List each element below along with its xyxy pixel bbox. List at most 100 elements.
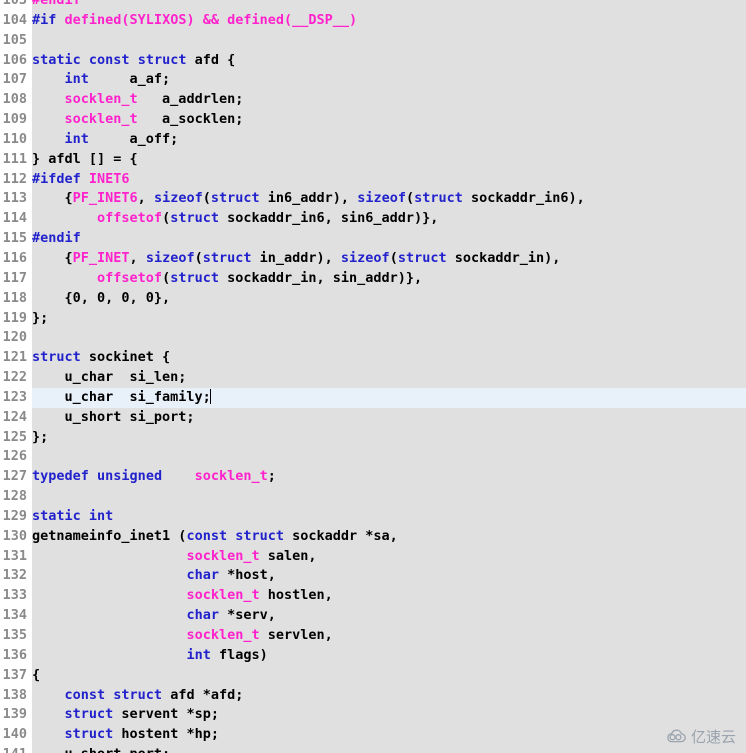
code-line[interactable]: 137 { (0, 665, 746, 686)
code-token: PF_INET6 (72, 190, 138, 207)
code-line[interactable]: 106 static const struct afd { (0, 50, 746, 71)
code-line[interactable]: 136 int flags) (0, 645, 746, 666)
code-text[interactable]: u_char si_len; (32, 368, 187, 388)
code-line[interactable]: 129 static int (0, 506, 746, 527)
code-text[interactable]: #endif (32, 0, 81, 11)
line-number: 126 (0, 447, 27, 468)
code-text[interactable]: static int (32, 507, 113, 527)
code-line[interactable]: 122 u_char si_len; (0, 368, 746, 388)
line-number: 129 (0, 506, 27, 527)
code-text[interactable]: #if defined(SYLIXOS) && defined(__DSP__) (32, 11, 357, 31)
text-cursor (209, 388, 211, 404)
code-text[interactable]: socklen_t a_socklen; (32, 110, 244, 130)
code-token: sizeof (340, 249, 390, 266)
code-line[interactable]: 120 (0, 328, 746, 349)
gutter-padding (27, 169, 32, 190)
code-text[interactable]: struct servent *sp; (32, 705, 219, 725)
code-line[interactable]: 104 #if defined(SYLIXOS) && defined(__DSP… (0, 10, 746, 31)
code-line[interactable]: 125}; (0, 427, 746, 448)
code-text[interactable]: socklen_t a_addrlen; (32, 90, 244, 110)
code-line[interactable]: 140 struct hostent *hp; (0, 725, 746, 746)
code-text[interactable]: int a_off; (32, 130, 179, 150)
code-text[interactable]: char *serv, (32, 606, 275, 626)
code-lines-container[interactable]: 103 #endif 104 #if defined(SYLIXOS) && defi… (0, 0, 746, 753)
code-line[interactable]: 123 u_char si_family; (0, 387, 746, 408)
code-token: { (32, 190, 73, 207)
code-line[interactable]: 107 int a_af; (0, 70, 746, 91)
code-line[interactable]: 138 const struct afd *afd; (0, 685, 746, 706)
code-token: struct (64, 726, 114, 743)
code-token: static (32, 507, 81, 524)
code-text[interactable]: } afdl [] = { (32, 150, 138, 170)
code-token: flags) (210, 646, 268, 663)
code-text[interactable]: }; (32, 309, 48, 329)
code-line[interactable]: 110 int a_off; (0, 129, 746, 150)
code-line[interactable]: 116 {PF_INET, sizeof(struct in_addr), si… (0, 248, 746, 269)
code-line[interactable]: 127 typedef unsigned socklen_t; (0, 467, 746, 488)
code-text[interactable]: int a_af; (32, 70, 171, 90)
code-line[interactable]: 114 offsetof(struct sockaddr_in6, sin6_a… (0, 209, 746, 230)
code-token: #if (32, 11, 57, 28)
code-line[interactable]: 118 {0, 0, 0, 0}, (0, 288, 746, 309)
code-text[interactable]: int flags) (32, 646, 268, 666)
code-token: salen, (259, 547, 317, 564)
code-token: *host, (218, 567, 276, 584)
code-text[interactable]: }; (32, 428, 48, 448)
code-text[interactable]: #ifdef INET6 (32, 170, 130, 190)
code-line[interactable]: 132 char *host, (0, 566, 746, 587)
code-text[interactable]: u_char si_family; (32, 387, 746, 408)
code-line[interactable]: 111} afdl [] = { (0, 149, 746, 170)
code-line[interactable]: 109 socklen_t a_socklen; (0, 110, 746, 130)
code-text[interactable]: struct sockinet { (32, 348, 170, 368)
code-editor[interactable]: 103 #endif 104 #if defined(SYLIXOS) && defi… (0, 0, 746, 753)
code-line[interactable]: 119}; (0, 308, 746, 329)
code-text[interactable]: #endif (32, 229, 81, 249)
code-token: offsetof (97, 269, 163, 286)
code-line[interactable]: 103 #endif (0, 0, 746, 11)
code-text[interactable]: typedef unsigned socklen_t; (32, 467, 276, 487)
code-line[interactable]: 133 socklen_t hostlen, (0, 586, 746, 607)
code-token: { (32, 249, 73, 266)
code-line[interactable]: 128 (0, 487, 746, 507)
code-line[interactable]: 121 struct sockinet { (0, 348, 746, 369)
code-text[interactable]: u_short port; (32, 745, 171, 753)
code-line[interactable]: 141 u_short port; (0, 745, 746, 753)
code-text[interactable]: getnameinfo_inet1 (const struct sockaddr… (32, 527, 398, 547)
code-text[interactable]: {PF_INET, sizeof(struct in_addr), sizeof… (32, 249, 561, 269)
code-line[interactable]: 105 (0, 30, 746, 51)
code-text[interactable]: u_short si_port; (32, 408, 195, 428)
code-token: int (64, 71, 89, 88)
code-text[interactable]: {0, 0, 0, 0}, (32, 289, 171, 309)
code-line[interactable]: 126 (0, 447, 746, 468)
code-line[interactable]: 112 #ifdef INET6 (0, 169, 746, 190)
code-text[interactable]: struct hostent *hp; (32, 725, 219, 745)
code-line[interactable]: 134 char *serv, (0, 606, 746, 626)
code-text[interactable]: char *host, (32, 566, 276, 586)
code-text[interactable]: offsetof(struct sockaddr_in6, sin6_addr)… (32, 209, 438, 229)
code-text[interactable]: socklen_t hostlen, (32, 586, 332, 606)
code-line[interactable]: 135 socklen_t servlen, (0, 626, 746, 646)
code-line[interactable]: 115 #endif (0, 229, 746, 249)
gutter-padding (27, 725, 32, 746)
code-line[interactable]: 113 {PF_INET6, sizeof(struct in6_addr), … (0, 189, 746, 210)
line-number: 114 (0, 209, 27, 230)
gutter-padding (27, 348, 32, 369)
code-line[interactable]: 124 u_short si_port; (0, 407, 746, 428)
code-token: char (186, 567, 219, 584)
code-line[interactable]: 130 getnameinfo_inet1 (const struct socka… (0, 526, 746, 547)
code-text[interactable]: static const struct afd { (32, 51, 235, 71)
code-text[interactable]: const struct afd *afd; (32, 686, 244, 706)
code-text[interactable]: socklen_t salen, (32, 547, 317, 567)
code-line[interactable]: 108 socklen_t a_addrlen; (0, 90, 746, 111)
code-text[interactable]: {PF_INET6, sizeof(struct in6_addr), size… (32, 189, 585, 209)
code-line[interactable]: 131 socklen_t salen, (0, 546, 746, 567)
line-number: 139 (0, 705, 27, 726)
code-line[interactable]: 139 struct servent *sp; (0, 705, 746, 726)
code-text[interactable]: socklen_t servlen, (32, 626, 332, 646)
gutter-padding (27, 288, 32, 309)
code-line[interactable]: 117 offsetof(struct sockaddr_in, sin_add… (0, 268, 746, 289)
code-text[interactable]: offsetof(struct sockaddr_in, sin_addr)}, (32, 269, 422, 289)
code-text[interactable]: { (32, 666, 40, 686)
